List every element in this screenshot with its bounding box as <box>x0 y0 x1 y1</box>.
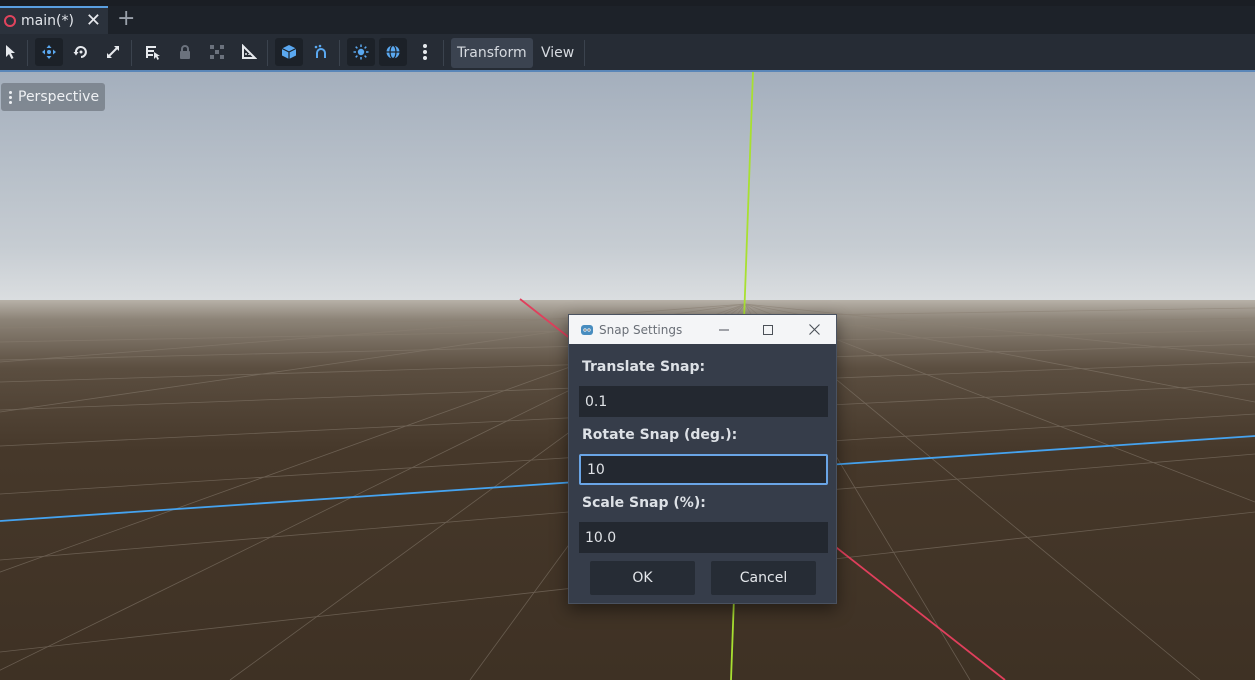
move-tool-button[interactable] <box>35 38 63 66</box>
ruler-button[interactable] <box>235 38 263 66</box>
list-select-icon <box>146 46 160 60</box>
dialog-close-button[interactable] <box>799 315 829 344</box>
group-button[interactable] <box>203 38 231 66</box>
maximize-button[interactable] <box>753 315 783 344</box>
lock-icon <box>180 45 190 59</box>
maximize-icon <box>763 324 773 335</box>
scale-icon <box>107 46 119 58</box>
use-snap-button[interactable] <box>307 38 335 66</box>
close-icon[interactable]: ✕ <box>86 12 101 30</box>
snap-settings-dialog: Snap Settings Translate Snap: Rotate Sna… <box>568 314 837 604</box>
window-top-strip <box>0 0 1255 6</box>
rotate-icon <box>73 46 87 58</box>
translate-snap-input[interactable] <box>579 386 828 417</box>
toolbar-separator <box>267 40 268 66</box>
toolbar-separator <box>443 40 444 66</box>
rotate-tool-button[interactable] <box>67 38 95 66</box>
scale-tool-button[interactable] <box>99 38 127 66</box>
minimize-icon <box>719 329 729 330</box>
select-icon <box>6 45 15 59</box>
dialog-title-bar[interactable]: Snap Settings <box>569 315 836 344</box>
view-menu[interactable]: View <box>535 38 580 68</box>
more-options-button[interactable] <box>411 38 439 66</box>
toolbar-separator <box>131 40 132 66</box>
translate-snap-label: Translate Snap: <box>582 359 706 375</box>
close-icon <box>808 324 820 335</box>
preview-sun-button[interactable] <box>347 38 375 66</box>
godot-app-icon <box>581 324 593 335</box>
sky <box>0 72 1255 304</box>
perspective-label: Perspective <box>18 89 100 105</box>
group-icon <box>210 45 224 59</box>
sun-icon <box>353 44 369 60</box>
perspective-menu-button[interactable]: Perspective <box>1 83 105 111</box>
select-tool-button[interactable] <box>0 38 24 66</box>
rotate-snap-label: Rotate Snap (deg.): <box>582 427 738 443</box>
local-space-button[interactable] <box>275 38 303 66</box>
move-icon <box>42 45 56 59</box>
toolbar-separator <box>27 40 28 66</box>
more-icon <box>423 44 427 60</box>
ruler-icon <box>242 44 257 59</box>
add-tab-icon[interactable]: + <box>117 7 135 31</box>
rotate-snap-input[interactable] <box>579 454 828 485</box>
snap-icon <box>314 44 326 58</box>
scale-snap-input[interactable] <box>579 522 828 553</box>
scene-icon <box>4 15 16 27</box>
preview-environment-button[interactable] <box>379 38 407 66</box>
dialog-title: Snap Settings <box>599 322 683 337</box>
lock-button[interactable] <box>171 38 199 66</box>
toolbar-separator <box>339 40 340 66</box>
ok-button[interactable]: OK <box>590 561 695 595</box>
environment-icon <box>386 44 400 60</box>
kebab-icon <box>9 90 12 104</box>
viewport-toolbar: Transform View <box>0 34 1255 72</box>
scene-tab-label: main(*) <box>21 13 74 29</box>
minimize-button[interactable] <box>709 315 739 344</box>
local-space-icon <box>281 45 297 59</box>
scene-tab-bar: main(*) ✕ + <box>0 0 1255 34</box>
cancel-button[interactable]: Cancel <box>711 561 816 595</box>
scene-tab-main[interactable]: main(*) ✕ <box>0 6 108 34</box>
toolbar-separator <box>584 40 585 66</box>
list-select-button[interactable] <box>139 38 167 66</box>
transform-menu[interactable]: Transform <box>451 38 533 68</box>
scale-snap-label: Scale Snap (%): <box>582 495 706 511</box>
